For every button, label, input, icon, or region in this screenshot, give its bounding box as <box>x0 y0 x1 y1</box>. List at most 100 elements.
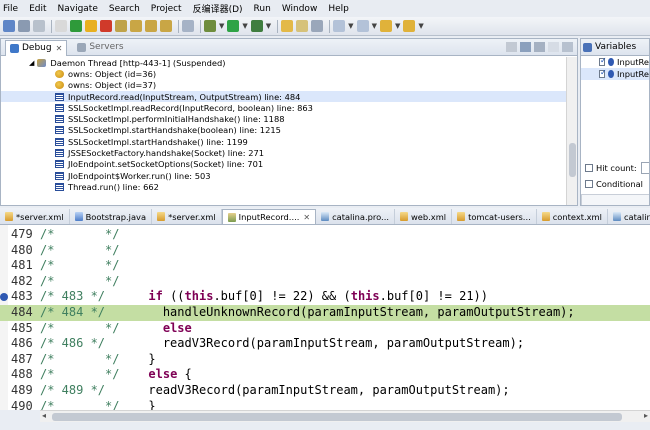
breakpoint-row[interactable]: InputRe <box>581 68 649 80</box>
menu-navigate[interactable]: Navigate <box>58 4 98 14</box>
tree-row-thread[interactable]: ◢ Daemon Thread [http-443-1] (Suspended) <box>1 57 567 68</box>
annotation-prev-icon[interactable] <box>356 20 369 32</box>
skip-breakpoints-icon[interactable] <box>55 20 67 32</box>
menu-help[interactable]: Help <box>328 4 349 14</box>
scrollbar-thumb[interactable] <box>52 413 622 421</box>
new-icon[interactable] <box>3 20 15 32</box>
open-resource-icon[interactable] <box>296 20 309 32</box>
code-line[interactable]: 486 /* 486 */ readV3Record(paramInputStre… <box>0 336 650 352</box>
condition-input[interactable] <box>581 194 649 205</box>
menu-window[interactable]: Window <box>282 4 318 14</box>
debug-run-icon[interactable] <box>204 20 216 32</box>
tab-servers[interactable]: Servers <box>77 42 124 52</box>
external-tools-icon[interactable] <box>250 20 263 32</box>
forward-icon[interactable] <box>403 20 416 32</box>
code-line[interactable]: 480 /* */ <box>0 243 650 259</box>
scrollbar-thumb[interactable] <box>569 143 576 177</box>
annotation-next-icon[interactable] <box>333 20 346 32</box>
menu-run[interactable]: Run <box>254 4 271 14</box>
editor-tab[interactable]: *server.xml <box>152 209 222 224</box>
editor-tab[interactable]: tomcat-users... <box>452 209 537 224</box>
editor-tab[interactable]: context.xml <box>537 209 608 224</box>
breakpoint-row[interactable]: InputRe <box>581 56 649 68</box>
editor-tab[interactable]: catalina.pro... <box>316 209 395 224</box>
code-editor[interactable]: 479 /* */ 480 /* */ 481 /* */ 482 /* */ 483 /* 48… <box>0 225 650 410</box>
tree-row[interactable]: JSSESocketFactory.handshake(Socket) line… <box>1 147 567 158</box>
collapse-triangle-icon[interactable]: ◢ <box>29 59 34 67</box>
resume-icon[interactable] <box>70 20 82 32</box>
minimize-icon[interactable] <box>548 42 559 52</box>
editor-tab[interactable]: *server.xml <box>0 209 70 224</box>
servers-icon <box>77 42 87 52</box>
menu-decompiler[interactable]: 反编译器(D) <box>193 2 243 15</box>
tree-row[interactable]: JIoEndpoint$Worker.run() line: 503 <box>1 170 567 181</box>
code-line[interactable]: 485 /* */ else <box>0 321 650 337</box>
close-icon[interactable]: ✕ <box>303 213 310 222</box>
tree-row[interactable]: SSLSocketImpl.startHandshake() line: 119… <box>1 136 567 147</box>
tab-debug[interactable]: Debug ✕ <box>5 39 68 56</box>
disconnect-icon[interactable] <box>115 20 127 32</box>
code-line[interactable]: 482 /* */ <box>0 274 650 290</box>
chevron-down-icon[interactable]: ▼ <box>348 22 353 30</box>
view-menu-icon[interactable] <box>534 42 545 52</box>
menu-edit[interactable]: Edit <box>29 4 46 14</box>
hit-count-input[interactable] <box>640 162 649 174</box>
chevron-down-icon[interactable]: ▼ <box>395 22 400 30</box>
tab-variables[interactable]: Variables <box>583 42 636 52</box>
chevron-down-icon[interactable]: ▼ <box>372 22 377 30</box>
maximize-icon[interactable] <box>562 42 573 52</box>
remove-launches-icon[interactable] <box>506 42 517 52</box>
hit-count-checkbox[interactable] <box>585 164 593 172</box>
tree-row[interactable]: Thread.run() line: 662 <box>1 181 567 192</box>
terminate-icon[interactable] <box>100 20 112 32</box>
step-return-icon[interactable] <box>160 20 172 32</box>
conditional-checkbox[interactable] <box>585 180 593 188</box>
chevron-down-icon[interactable]: ▼ <box>219 22 224 30</box>
tree-row[interactable]: SSLSocketImpl.performInitialHandshake() … <box>1 113 567 124</box>
menu-file[interactable]: File <box>3 4 18 14</box>
tree-row[interactable]: SSLSocketImpl.readRecord(InputRecord, bo… <box>1 102 567 113</box>
tree-row[interactable]: owns: Object (id=37) <box>1 80 567 91</box>
code-line[interactable]: 481 /* */ <box>0 258 650 274</box>
editor-tab[interactable]: catalina <box>608 209 650 224</box>
print-icon[interactable] <box>33 20 45 32</box>
save-icon[interactable] <box>18 20 30 32</box>
code-line-current[interactable]: 484 /* 484 */ handleUnknownRecord(paramIn… <box>0 305 650 321</box>
code-keyword: this <box>184 289 214 304</box>
editor-tab[interactable]: Bootstrap.java <box>70 209 153 224</box>
code-line[interactable]: 483 /* 483 */ if ((this.buf[0] != 22) && … <box>0 289 650 305</box>
editor-tab[interactable]: web.xml <box>395 209 453 224</box>
editor-tab-active[interactable]: InputRecord.... ✕ <box>221 209 317 224</box>
debug-tree-scrollbar[interactable] <box>566 57 577 205</box>
menu-project[interactable]: Project <box>151 4 182 14</box>
breakpoint-checkbox[interactable] <box>599 56 607 66</box>
tree-row[interactable]: JIoEndpoint.setSocketOptions(Socket) lin… <box>1 159 567 170</box>
code-line[interactable]: 488 /* */ else { <box>0 367 650 383</box>
suspend-icon[interactable] <box>85 20 97 32</box>
chevron-down-icon[interactable]: ▼ <box>242 22 247 30</box>
code-line[interactable]: 487 /* */ } <box>0 352 650 368</box>
chevron-down-icon[interactable]: ▼ <box>266 22 271 30</box>
close-icon[interactable]: ✕ <box>56 44 63 53</box>
tree-row[interactable]: SSLSocketImpl.startHandshake(boolean) li… <box>1 125 567 136</box>
search-icon[interactable] <box>311 20 324 32</box>
run-icon[interactable] <box>227 20 240 32</box>
editor-horizontal-scrollbar[interactable]: ◂ ▸ <box>40 410 650 422</box>
breakpoint-checkbox[interactable] <box>599 68 607 78</box>
scroll-right-icon[interactable]: ▸ <box>644 411 648 420</box>
tree-row-selected[interactable]: InputRecord.read(InputStream, OutputStre… <box>1 90 567 103</box>
drop-to-frame-icon[interactable] <box>182 20 194 32</box>
code-line[interactable]: 489 /* 489 */ readV3Record(paramInputStre… <box>0 383 650 399</box>
code-line[interactable]: 490 /* */ } <box>0 399 650 410</box>
menu-search[interactable]: Search <box>109 4 140 14</box>
back-icon[interactable] <box>379 20 392 32</box>
breakpoint-marker-icon[interactable] <box>0 293 8 302</box>
step-into-icon[interactable] <box>130 20 142 32</box>
chevron-down-icon[interactable]: ▼ <box>418 22 423 30</box>
tree-row[interactable]: owns: Object (id=36) <box>1 68 567 79</box>
code-line[interactable]: 479 /* */ <box>0 227 650 243</box>
collapse-icon[interactable] <box>520 42 531 52</box>
step-over-icon[interactable] <box>145 20 157 32</box>
open-type-icon[interactable] <box>281 20 294 32</box>
scroll-left-icon[interactable]: ◂ <box>42 411 46 420</box>
